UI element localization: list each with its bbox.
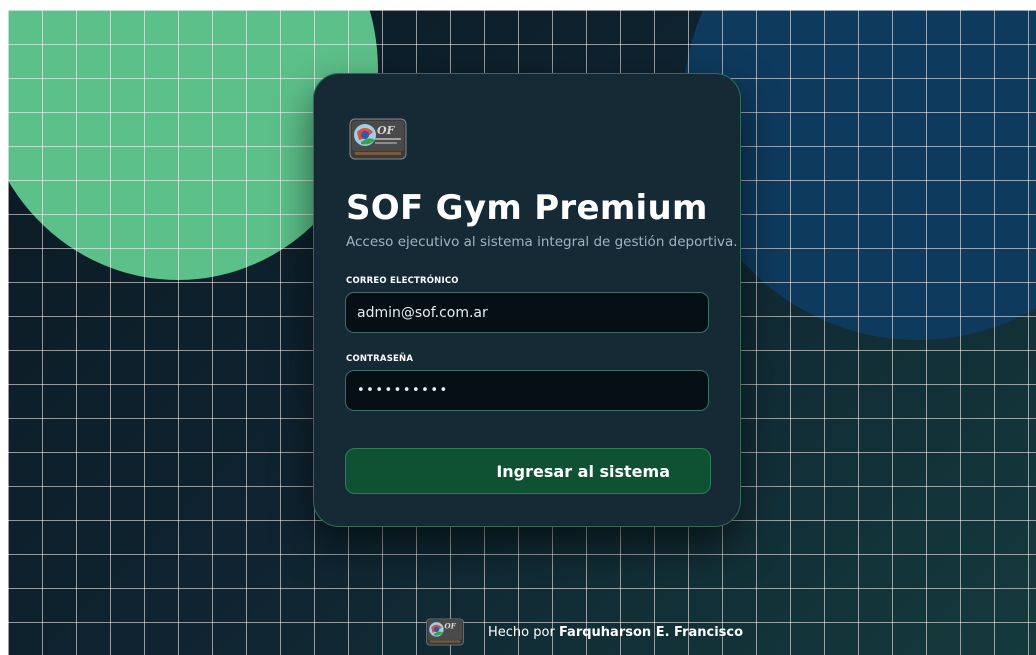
page-title: SOF Gym Premium xyxy=(346,188,708,228)
footer-author: Farquharson E. Francisco xyxy=(558,624,744,640)
password-label: CONTRASEÑA xyxy=(346,354,414,364)
password-field[interactable]: •••••••••• xyxy=(345,370,709,411)
login-card: OF SOF Gym Premium Acceso ejecutivo al s… xyxy=(313,73,741,527)
sof-logo-icon: OF xyxy=(426,618,464,646)
svg-text:OF: OF xyxy=(377,124,396,137)
footer-prefix: Hecho por xyxy=(488,624,555,640)
login-button-label: Ingresar al sistema xyxy=(496,461,670,481)
page-subtitle: Acceso ejecutivo al sistema integral de … xyxy=(346,234,738,250)
email-label: CORREO ELECTRÓNICO xyxy=(346,276,459,286)
email-value: admin@sof.com.ar xyxy=(357,304,488,321)
sof-logo-icon: OF xyxy=(349,118,407,160)
email-field[interactable]: admin@sof.com.ar xyxy=(345,292,709,333)
password-value: •••••••••• xyxy=(357,383,449,398)
footer: OF Hecho por Farquharson E. Francisco xyxy=(426,617,743,647)
login-button[interactable]: Ingresar al sistema xyxy=(345,448,711,494)
svg-text:OF: OF xyxy=(444,622,456,631)
login-screen: OF SOF Gym Premium Acceso ejecutivo al s… xyxy=(8,10,1036,655)
